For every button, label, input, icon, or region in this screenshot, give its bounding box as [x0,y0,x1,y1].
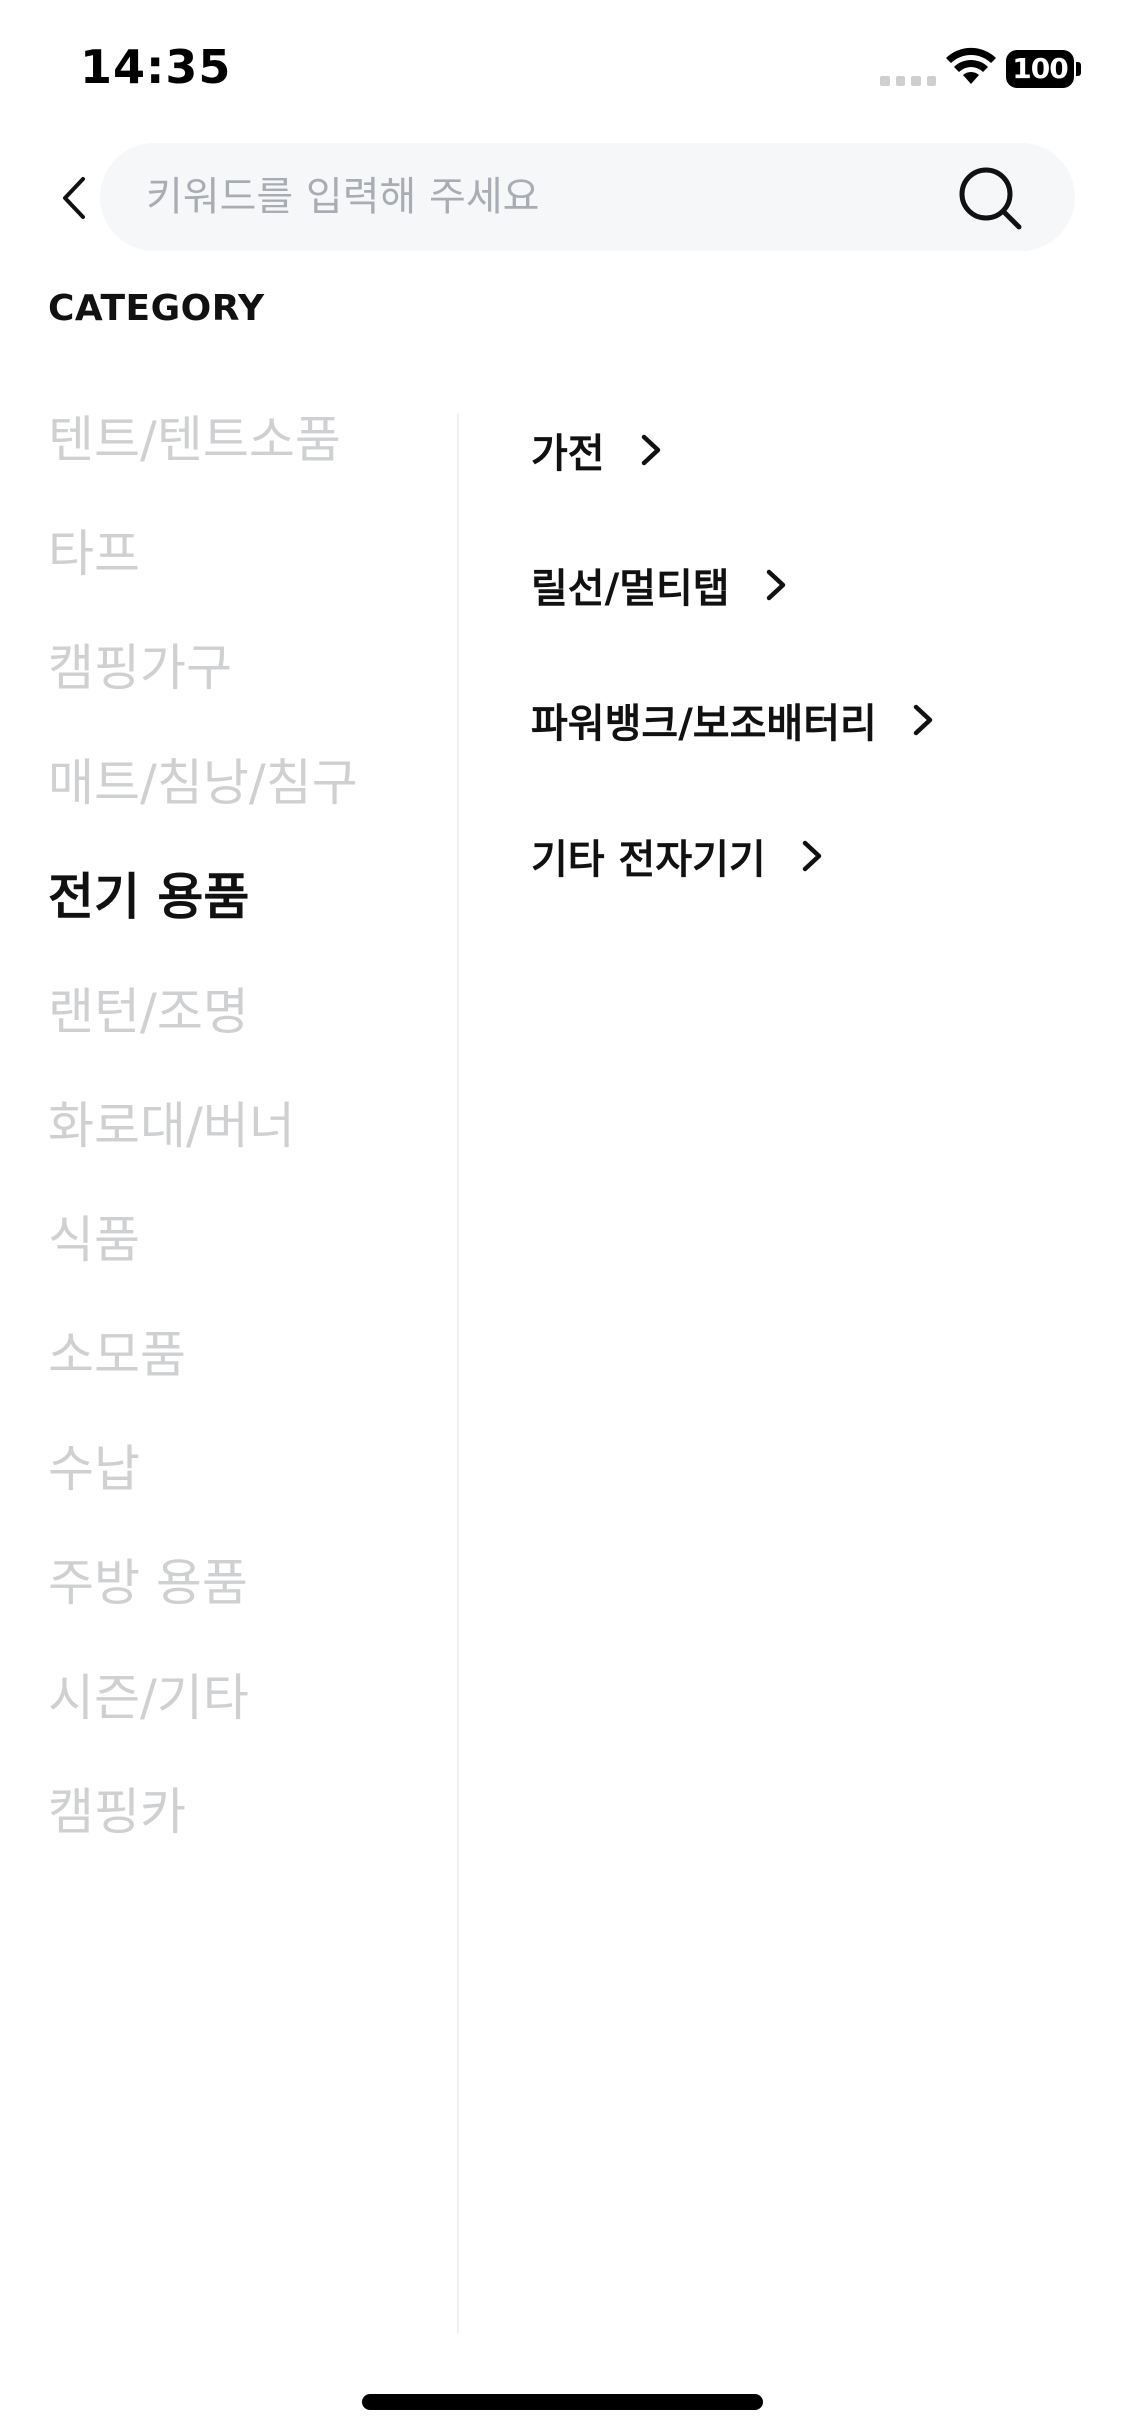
chevron-left-icon [63,176,85,219]
category-item-mat-sleeping[interactable]: 매트/침낭/침구 [48,748,358,818]
search-icon[interactable] [955,163,1025,233]
category-item-food[interactable]: 식품 [48,1205,140,1275]
category-item-camping-furniture[interactable]: 캠핑가구 [48,633,232,703]
category-item-tent[interactable]: 텐트/텐트소품 [48,405,341,475]
subcategory-item-appliances[interactable]: 가전 [531,420,663,480]
category-item-camping-car[interactable]: 캠핑카 [48,1777,186,1847]
subcategory-label: 릴선/멀티탭 [531,566,730,612]
chevron-right-icon [766,569,785,601]
chevron-right-icon [641,434,660,466]
chevron-right-icon [802,840,821,872]
category-item-storage[interactable]: 수납 [48,1434,140,1504]
subcategory-item-other-electronics[interactable]: 기타 전자기기 [531,826,824,886]
home-indicator[interactable] [362,2394,763,2410]
category-item-lantern[interactable]: 랜턴/조명 [48,977,249,1047]
battery-icon: 100 [1006,50,1081,88]
status-time: 14:35 [80,40,232,94]
subcategory-item-power-bank[interactable]: 파워뱅크/보조배터리 [531,690,935,750]
category-item-tarp[interactable]: 타프 [48,519,140,589]
column-divider [457,413,459,2333]
subcategory-item-power-strip[interactable]: 릴선/멀티탭 [531,555,788,615]
cellular-signal-icon [880,72,936,86]
chevron-right-icon [913,704,933,736]
wifi-icon [946,47,996,84]
category-item-electric-active[interactable]: 전기 용품 [48,862,249,932]
subcategory-label: 기타 전자기기 [531,837,766,883]
category-item-consumables[interactable]: 소모품 [48,1320,186,1390]
battery-level: 100 [1006,50,1074,88]
back-button[interactable] [44,160,104,235]
category-item-season[interactable]: 시즌/기타 [48,1663,249,1733]
search-bar [100,143,1075,251]
subcategory-label: 가전 [531,431,605,477]
category-item-kitchen[interactable]: 주방 용품 [48,1548,248,1618]
status-bar: 14:35 100 [0,0,1125,140]
subcategory-label: 파워뱅크/보조배터리 [531,701,877,747]
search-input[interactable] [146,143,946,251]
category-item-burner[interactable]: 화로대/버너 [48,1091,295,1161]
category-heading: CATEGORY [48,288,265,329]
